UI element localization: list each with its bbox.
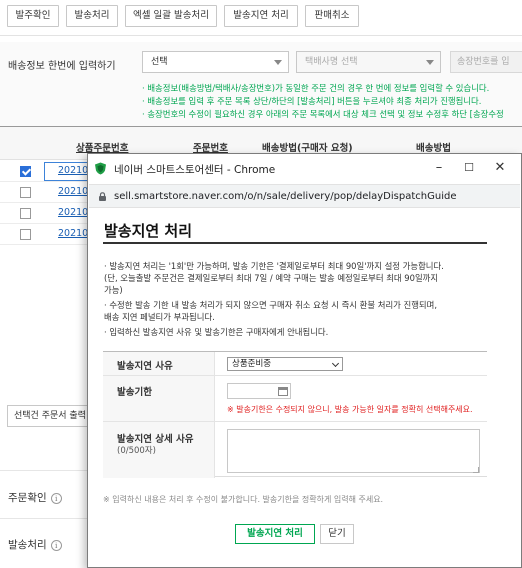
row-checkbox[interactable] <box>20 208 31 219</box>
dispatch-section: 발송처리 i <box>8 537 62 552</box>
detail-label-cell: 발송지연 상세 사유 (0/500자) <box>103 422 215 478</box>
calendar-icon[interactable] <box>278 387 288 396</box>
chevron-down-icon <box>331 359 340 368</box>
action-toolbar: 발주확인 발송처리 엑셀 일괄 발송처리 발송지연 처리 판매취소 <box>0 0 522 36</box>
info-icon[interactable]: i <box>50 492 62 504</box>
print-order-sheet-button[interactable]: 선택건 주문서 출력 <box>7 405 95 427</box>
guide-bullet: (단, 오늘출발 주문건은 결제일로부터 최대 7일 / 예약 구매는 발송 예… <box>104 273 439 283</box>
char-counter: (0/500자) <box>117 446 156 456</box>
reason-label-cell: 발송지연 사유 <box>103 352 215 375</box>
courier-placeholder: 택배사명 선택 <box>305 57 358 67</box>
dispatch-label: 발송처리 <box>8 539 47 551</box>
bulk-note: · 배송정보를 입력 후 주문 목록 상단/하단의 [발송처리] 버튼을 누르셔… <box>142 96 482 106</box>
guide-bullet: 배송 지연 페널티가 부과됩니다. <box>104 312 215 322</box>
reason-row: 발송지연 사유 상품준비중 <box>103 352 487 376</box>
confirm-order-button[interactable]: 발주확인 <box>7 5 59 27</box>
deadline-label: 발송기한 <box>117 387 152 398</box>
popup-content: 발송지연 처리 · 발송지연 처리는 '1회'만 가능하며, 발송 기한은 '결… <box>88 208 521 567</box>
close-button[interactable]: 닫기 <box>320 524 354 544</box>
guide-bullet: · 입력하신 발송지연 사유 및 발송기한은 구매자에게 안내됩니다. <box>104 327 329 337</box>
guide-bullet: · 수정한 발송 기한 내 발송 처리가 되지 않으면 구매자 취소 요청 시 … <box>104 300 438 310</box>
deadline-label-cell: 발송기한 <box>103 376 215 421</box>
detail-label: 발송지연 상세 사유 <box>117 434 194 445</box>
chevron-down-icon <box>274 60 282 65</box>
excel-bulk-dispatch-button[interactable]: 엑셀 일괄 발송처리 <box>125 5 217 27</box>
deadline-row: 발송기한 ※ 발송기한은 수정되지 않으니, 발송 가능한 일자를 정확히 선택… <box>103 376 487 422</box>
cancel-sale-button[interactable]: 판매취소 <box>305 5 359 27</box>
deadline-date-input[interactable] <box>227 383 291 399</box>
window-title: 네이버 스마트스토어센터 - Chrome <box>114 164 276 176</box>
bulk-note: · 배송정보(배송방법/택배사/송장번호)가 동일한 주문 건의 경우 한 번에… <box>142 83 490 93</box>
column-product-order-no[interactable]: 상품주문번호 <box>76 140 128 154</box>
detail-reason-textarea[interactable] <box>227 429 480 473</box>
page-title: 발송지연 처리 <box>104 222 193 240</box>
delay-dispatch-popup-window: 네이버 스마트스토어센터 - Chrome – ☐ ✕ sell.smartst… <box>87 153 522 568</box>
bulk-note: · 송장번호의 수정이 필요하신 경우 아래의 주문 목록에서 대상 체크 선택… <box>142 109 504 119</box>
bulk-input-label: 배송정보 한번에 입력하기 <box>8 61 116 72</box>
column-order-no[interactable]: 주문번호 <box>193 140 228 154</box>
delivery-method-value: 선택 <box>151 57 168 67</box>
guide-bullet: 가능) <box>104 285 123 295</box>
footer-note: ※ 입력하신 내용은 처리 후 수정이 불가합니다. 발송기한을 정확하게 입력… <box>103 495 384 504</box>
column-delivery-method: 배송방법 <box>416 143 451 154</box>
detail-row: 발송지연 상세 사유 (0/500자) <box>103 422 487 478</box>
row-checkbox[interactable] <box>20 187 31 198</box>
row-checkbox[interactable] <box>20 166 31 177</box>
info-icon[interactable]: i <box>50 539 62 551</box>
reason-value: 상품준비중 <box>232 359 272 369</box>
guide-bullet: · 발송지연 처리는 '1회'만 가능하며, 발송 기한은 '결제일로부터 최대… <box>104 261 444 271</box>
maximize-button[interactable]: ☐ <box>456 157 482 179</box>
shield-icon <box>95 162 106 175</box>
column-delivery-requested: 배송방법(구매자 요청) <box>262 143 353 154</box>
minimize-button[interactable]: – <box>426 157 452 179</box>
reason-select[interactable]: 상품준비중 <box>227 357 343 371</box>
order-confirm-section: 주문확인 i <box>8 490 62 505</box>
address-bar[interactable]: sell.smartstore.naver.com/o/n/sale/deliv… <box>89 184 520 208</box>
resize-grip-icon[interactable] <box>473 467 479 473</box>
invoice-number-input[interactable]: 송장번호를 입 <box>450 51 522 73</box>
row-checkbox[interactable] <box>20 229 31 240</box>
submit-delay-button[interactable]: 발송지연 처리 <box>235 524 315 544</box>
courier-select[interactable]: 택배사명 선택 <box>296 51 441 73</box>
reason-label: 발송지연 사유 <box>117 361 173 372</box>
close-window-button[interactable]: ✕ <box>487 157 513 179</box>
url-text: sell.smartstore.naver.com/o/n/sale/deliv… <box>114 191 457 202</box>
divider <box>0 470 90 471</box>
delivery-method-select[interactable]: 선택 <box>142 51 289 73</box>
order-confirm-label: 주문확인 <box>8 492 47 504</box>
lock-icon <box>99 192 106 201</box>
divider <box>0 518 90 519</box>
chevron-down-icon <box>426 60 434 65</box>
title-divider <box>103 242 487 244</box>
deadline-warning: ※ 발송기한은 수정되지 않으니, 발송 가능한 일자를 정확히 선택해주세요. <box>227 405 473 414</box>
delay-form: 발송지연 사유 상품준비중 발송기한 ※ 발송기한은 수정되지 않으니, 발송 … <box>103 351 487 478</box>
dispatch-button[interactable]: 발송처리 <box>66 5 118 27</box>
window-titlebar[interactable]: 네이버 스마트스토어센터 - Chrome – ☐ ✕ <box>88 154 521 184</box>
delay-dispatch-button[interactable]: 발송지연 처리 <box>224 5 298 27</box>
